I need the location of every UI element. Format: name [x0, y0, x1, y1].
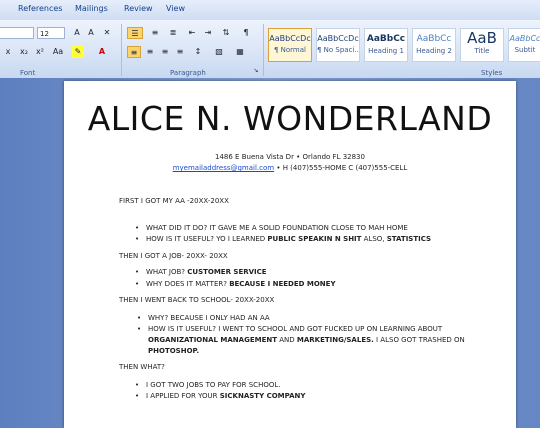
style-heading-1[interactable]: AaBbCc Heading 1 [364, 28, 408, 62]
style-preview: AaBbCc [416, 34, 452, 44]
line-spacing-icon[interactable]: ↕ [192, 46, 204, 58]
tab-mailings[interactable]: Mailings [75, 4, 108, 13]
borders-icon[interactable]: ▦ [234, 46, 246, 58]
style-heading-2[interactable]: AaBbCc Heading 2 [412, 28, 456, 62]
ribbon-divider [121, 24, 122, 76]
doc-phones: • H (407)555-HOME C (407)555-CELL [274, 164, 408, 172]
section-heading: THEN I GOT A JOB- 20XX- 20XX [119, 252, 228, 260]
align-center-icon[interactable]: ≡ [144, 46, 156, 58]
highlight-icon[interactable]: ✎ [72, 46, 84, 58]
list-item: • I GOT TWO JOBS TO PAY FOR SCHOOL. [135, 381, 281, 389]
grow-font-icon[interactable]: A [71, 27, 83, 39]
style-preview: AaBbCc [509, 34, 540, 43]
change-case-icon[interactable]: Aa [52, 46, 64, 58]
multilevel-icon[interactable]: ≣ [167, 27, 179, 39]
email-link[interactable]: myemailaddress@gmail.com [173, 164, 274, 172]
tab-references[interactable]: References [18, 4, 62, 13]
list-item: • WHAT DID IT DO? IT GAVE ME A SOLID FOUN… [135, 224, 408, 232]
menu-bar: References Mailings Review View [0, 0, 540, 21]
clear-format-icon[interactable]: ✕ [101, 27, 113, 39]
tab-view[interactable]: View [166, 4, 185, 13]
list-item: • I APPLIED FOR YOUR SICKNASTY COMPANY [135, 392, 306, 400]
sort-icon[interactable]: ⇅ [220, 27, 232, 39]
style-subtitle[interactable]: AaBbCc Subtit [508, 28, 540, 62]
font-color-icon[interactable]: A [96, 46, 108, 58]
shading-icon[interactable]: ▧ [213, 46, 225, 58]
increase-indent-icon[interactable]: ⇥ [202, 27, 214, 39]
font-size-combo[interactable]: 12 [37, 27, 65, 39]
styles-group-label: Styles [481, 69, 503, 77]
style-name: Heading 1 [368, 47, 404, 55]
paragraph-dialog-launcher-icon[interactable]: ↘ [252, 67, 260, 75]
section-heading: THEN I WENT BACK TO SCHOOL- 20XX-20XX [119, 296, 275, 304]
doc-contact: myemailaddress@gmail.com • H (407)555-HO… [64, 164, 516, 172]
list-item: • WHY? BECAUSE I ONLY HAD AN AA [137, 314, 270, 322]
tab-review[interactable]: Review [124, 4, 153, 13]
style-preview: AaBbCc [366, 34, 406, 44]
style-normal[interactable]: AaBbCcDc ¶ Normal [268, 28, 312, 62]
paragraph-group-label: Paragraph [170, 69, 206, 77]
bullets-icon[interactable]: ☰ [127, 27, 143, 39]
style-title[interactable]: AaB Title [460, 28, 504, 62]
style-name: ¶ Normal [273, 46, 306, 54]
style-name: Subtit [514, 46, 536, 54]
shrink-font-icon[interactable]: A [85, 27, 97, 39]
font-group-label: Font [20, 69, 36, 77]
style-preview: AaBbCcDc [269, 34, 311, 43]
style-preview: AaB [467, 29, 497, 47]
list-item: • HOW IS IT USEFUL? YO I LEARNED PUBLIC S… [135, 235, 432, 243]
decrease-indent-icon[interactable]: ⇤ [186, 27, 198, 39]
style-preview: AaBbCcDc [317, 34, 359, 43]
doc-title: ALICE N. WONDERLAND [87, 99, 493, 138]
ribbon-divider [263, 24, 264, 76]
show-marks-icon[interactable]: ¶ [240, 27, 252, 39]
style-name: Heading 2 [416, 47, 452, 55]
document-page[interactable]: ALICE N. WONDERLAND 1486 E Buena Vista D… [64, 81, 516, 428]
style-name: ¶ No Spaci... [317, 46, 360, 54]
section-heading: THEN WHAT? [119, 363, 165, 371]
strikethrough-icon[interactable]: x [2, 46, 14, 58]
align-right-icon[interactable]: ≡ [159, 46, 171, 58]
numbering-icon[interactable]: ≡ [149, 27, 161, 39]
list-item: • HOW IS IT USEFUL? I WENT TO SCHOOL AND … [137, 325, 465, 355]
list-item: • WHAT JOB? CUSTOMER SERVICE [135, 268, 267, 276]
section-heading: FIRST I GOT MY AA -20XX-20XX [119, 197, 229, 205]
style-no-spacing[interactable]: AaBbCcDc ¶ No Spaci... [316, 28, 360, 62]
justify-icon[interactable]: ≡ [174, 46, 186, 58]
style-name: Title [474, 47, 490, 55]
superscript-icon[interactable]: x² [34, 46, 46, 58]
doc-address: 1486 E Buena Vista Dr • Orlando FL 32830 [215, 153, 365, 161]
font-name-combo[interactable] [0, 27, 34, 39]
list-item: • WHY DOES IT MATTER? BECAUSE I NEEDED MO… [135, 280, 336, 288]
subscript-icon[interactable]: x₂ [18, 46, 30, 58]
align-left-icon[interactable]: ≡ [127, 46, 141, 58]
